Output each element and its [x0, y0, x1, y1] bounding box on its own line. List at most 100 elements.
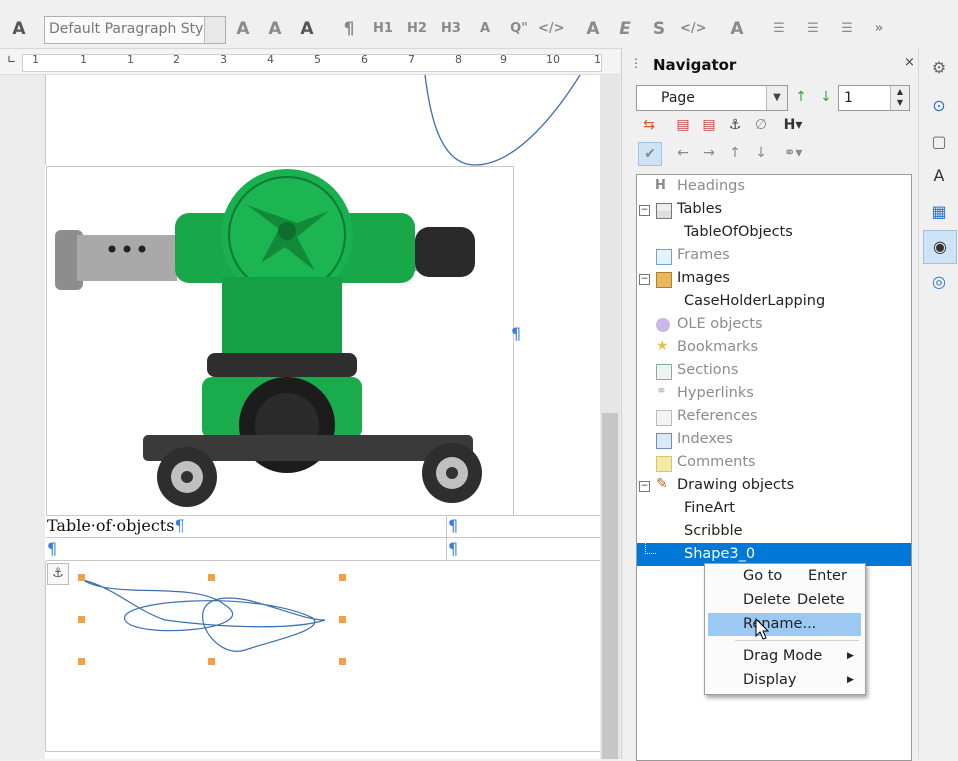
menu-item-label: Display: [743, 672, 797, 688]
gear-icon[interactable]: ⚙: [923, 52, 955, 84]
menu-item-delete[interactable]: Delete Delete: [705, 589, 863, 612]
update-style-icon[interactable]: A: [230, 16, 256, 42]
collapse-icon[interactable]: −: [639, 274, 650, 285]
tree-connector: [645, 535, 656, 554]
tree-item-label: References: [677, 408, 758, 424]
selection-handle[interactable]: [208, 574, 215, 581]
page-number-value: 1: [844, 90, 853, 106]
move-down-icon[interactable]: ↓: [750, 142, 772, 164]
document-area[interactable]: ¶ Table·of·objects¶ ¶ ¶ ¶ ⚓: [0, 75, 600, 759]
navigator-icon[interactable]: ◉: [923, 230, 957, 264]
scribble-drawing[interactable]: [75, 570, 355, 670]
selection-handle[interactable]: [339, 616, 346, 623]
new-style-icon[interactable]: A: [262, 16, 288, 42]
anchor-icon[interactable]: ⚓: [47, 563, 69, 585]
menu-item-accelerator: Enter: [808, 568, 847, 584]
mouse-cursor-icon: [755, 618, 770, 640]
emphasis-icon[interactable]: A: [580, 16, 606, 42]
quotation-icon[interactable]: Q": [506, 16, 532, 42]
image-frame[interactable]: [46, 166, 514, 516]
collapse-icon[interactable]: −: [639, 481, 650, 492]
vertical-scrollbar[interactable]: [600, 75, 620, 759]
source-text-icon[interactable]: </>: [680, 16, 707, 42]
paragraph-style-value: Default Paragraph Style: [49, 21, 216, 37]
styles-icon[interactable]: A: [923, 160, 955, 192]
menu-item-label: Go to: [743, 568, 783, 584]
move-up-icon[interactable]: ↑: [724, 142, 746, 164]
selection-handle[interactable]: [78, 574, 85, 581]
menu-item-label: Rename...: [743, 616, 817, 632]
chevron-down-icon[interactable]: [204, 17, 225, 43]
menu-item-display[interactable]: Display ▶: [705, 669, 863, 692]
selection-handle[interactable]: [339, 574, 346, 581]
paragraph-marks-icon[interactable]: ¶: [336, 16, 362, 42]
tree-item-label: Images: [677, 270, 730, 286]
page-number-spinner[interactable]: 1 ▲ ▼: [838, 85, 910, 111]
selection-handle[interactable]: [78, 616, 85, 623]
paragraph-style-combo[interactable]: Default Paragraph Style: [44, 16, 226, 44]
tree-item-label: Comments: [677, 454, 756, 470]
clone-formatting-icon[interactable]: A: [294, 16, 320, 42]
bookmarks-icon: ★: [656, 338, 669, 354]
list-style-icon[interactable]: ☰: [834, 16, 860, 42]
footer-icon[interactable]: ▤: [698, 114, 720, 136]
collapse-icon[interactable]: −: [639, 205, 650, 216]
heading-levels-icon[interactable]: H▾: [782, 114, 804, 136]
properties-toggle-icon[interactable]: ⊙: [923, 90, 955, 122]
next-arrow-icon[interactable]: ↓: [815, 86, 837, 108]
navigate-by-combo[interactable]: Page ▼: [636, 85, 788, 111]
heading-2-icon[interactable]: H2: [404, 16, 430, 42]
promote-left-icon[interactable]: ←: [672, 142, 694, 164]
strikethrough-icon[interactable]: S: [646, 16, 672, 42]
drawing-objects-icon: ✎: [656, 476, 668, 492]
selection-handle[interactable]: [78, 658, 85, 665]
strong-emphasis-icon[interactable]: E: [612, 16, 638, 42]
case-holder-lapping-image[interactable]: [47, 167, 513, 515]
heading-3-icon[interactable]: H3: [438, 16, 464, 42]
more-options-icon[interactable]: »: [866, 16, 892, 42]
scrollbar-thumb[interactable]: [602, 413, 618, 759]
drag-mode-icon[interactable]: ⚭▾: [782, 142, 804, 164]
sections-icon: [656, 364, 672, 380]
manage-changes-icon[interactable]: ◎: [923, 266, 955, 298]
selection-handle[interactable]: [339, 658, 346, 665]
pilcrow: ¶: [448, 539, 459, 558]
spinner-buttons[interactable]: ▲ ▼: [890, 86, 909, 110]
page-icon[interactable]: ▢: [923, 126, 955, 158]
demote-right-icon[interactable]: →: [698, 142, 720, 164]
headings-icon: H: [655, 178, 666, 193]
chevron-down-icon[interactable]: ▼: [766, 86, 787, 110]
paperclip-icon[interactable]: ∅: [750, 114, 772, 136]
menu-item-go-to[interactable]: Go to Enter: [705, 565, 863, 588]
tree-item-label: Scribble: [684, 523, 743, 539]
gallery-icon[interactable]: ▦: [923, 196, 955, 228]
numbered-list-icon[interactable]: ☰: [800, 16, 826, 42]
tab-stop-icon[interactable]: ∟: [7, 53, 16, 66]
no-character-style-icon[interactable]: A: [724, 16, 750, 42]
header-icon[interactable]: ▤: [672, 114, 694, 136]
toggle-master-view-icon[interactable]: ⇆: [638, 114, 660, 136]
pilcrow: ¶: [174, 516, 185, 535]
document-page[interactable]: ¶ Table·of·objects¶ ¶ ¶ ¶ ⚓: [45, 75, 600, 759]
table-heading-cell[interactable]: Table·of·objects¶: [47, 516, 185, 535]
text-body-icon[interactable]: A: [472, 16, 498, 42]
selection-handle[interactable]: [208, 658, 215, 665]
content-navigation-icon[interactable]: ✔: [638, 142, 662, 166]
close-icon[interactable]: ×: [904, 55, 915, 70]
menu-item-rename[interactable]: Rename...: [708, 613, 861, 636]
anchor-icon[interactable]: ⚓: [724, 114, 746, 136]
horizontal-ruler[interactable]: ∟ 1 1 1 2 3 4 5 6 7 8 9 10 1: [0, 50, 620, 75]
tree-item-label: Tables: [677, 201, 723, 217]
heading-1-icon[interactable]: H1: [370, 16, 396, 42]
ruler-strip: [22, 54, 602, 72]
bullet-list-icon[interactable]: ☰: [766, 16, 792, 42]
preformatted-icon[interactable]: </>: [538, 16, 565, 42]
tree-item-label: Indexes: [677, 431, 733, 447]
fineart-drawing[interactable]: [405, 75, 600, 170]
menu-item-drag-mode[interactable]: Drag Mode ▶: [705, 645, 863, 668]
previous-arrow-icon[interactable]: ↑: [790, 86, 812, 108]
styles-icon[interactable]: A: [6, 16, 32, 42]
frames-icon: [656, 249, 672, 265]
menu-item-label: Drag Mode: [743, 648, 823, 664]
drag-handle-icon[interactable]: ⋮: [630, 56, 642, 70]
